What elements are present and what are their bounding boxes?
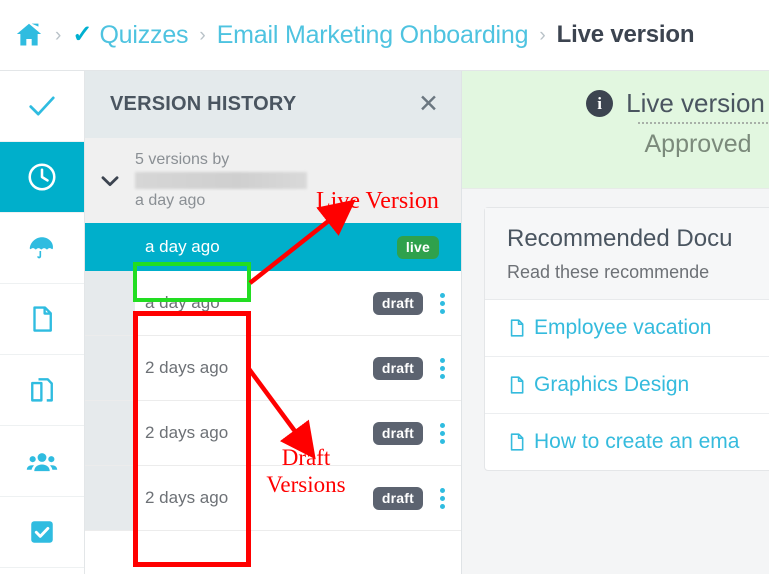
sidebar-icon-rail (0, 71, 85, 574)
recommended-documents-card: Recommended Docu Read these recommende E… (484, 207, 769, 471)
clock-icon (26, 161, 58, 193)
version-row-time: a day ago (145, 293, 220, 312)
document-link-label: How to create an ema (534, 430, 740, 453)
row-gutter (85, 271, 135, 335)
breadcrumb-item-quizzes[interactable]: ✓ Quizzes (72, 21, 188, 50)
file-icon (507, 317, 527, 339)
document-preview-pane: i Live version Approved Recommended Docu… (462, 71, 769, 574)
people-icon (26, 445, 58, 477)
breadcrumb: › ✓ Quizzes › Email Marketing Onboarding… (0, 0, 769, 71)
checkmark-icon (27, 91, 57, 121)
version-row-draft[interactable]: 2 days ago draft (85, 466, 461, 531)
version-group-time: a day ago (135, 192, 206, 209)
card-subtitle: Read these recommende (507, 262, 710, 282)
version-row-time: 2 days ago (145, 423, 229, 442)
copy-icon (27, 375, 57, 405)
document-link-row[interactable]: How to create an ema (485, 414, 769, 470)
checkbox-icon (27, 517, 57, 547)
info-icon: i (586, 90, 614, 117)
breadcrumb-separator-3: › (539, 24, 546, 46)
live-version-banner-label: Live version (626, 88, 765, 118)
card-header: Recommended Docu Read these recommende (485, 208, 769, 300)
sidebar-item-version-history[interactable] (0, 142, 84, 213)
version-row-live[interactable]: a day ago live (85, 223, 461, 271)
version-row-draft[interactable]: 2 days ago draft (85, 336, 461, 401)
file-icon (507, 374, 527, 396)
status-badge-live: live (396, 235, 439, 259)
panel-title: VERSION HISTORY (110, 93, 297, 115)
row-gutter (85, 336, 135, 400)
file-icon (507, 431, 527, 453)
sidebar-item-document[interactable] (0, 284, 84, 355)
row-menu-icon[interactable] (423, 357, 461, 379)
breadcrumb-item-live-version: Live version (556, 21, 695, 48)
sidebar-item-coverage[interactable] (0, 213, 84, 284)
breadcrumb-item-email-marketing-onboarding[interactable]: Email Marketing Onboarding (217, 21, 529, 50)
home-icon[interactable] (14, 21, 44, 49)
breadcrumb-separator-1: › (55, 24, 62, 46)
row-menu-icon[interactable] (423, 422, 461, 444)
live-version-banner-title: i Live version (582, 88, 769, 119)
version-history-header: VERSION HISTORY ✕ (85, 71, 461, 138)
sidebar-item-audience[interactable] (0, 426, 84, 497)
sidebar-item-tasks[interactable] (0, 497, 84, 568)
live-version-banner-status: Approved (644, 130, 752, 158)
version-count-label: 5 versions by (135, 151, 230, 168)
row-menu-icon[interactable] (423, 487, 461, 509)
version-row-time: 2 days ago (145, 358, 229, 377)
breadcrumb-item-quizzes-label: Quizzes (99, 20, 189, 49)
status-badge-draft: draft (372, 356, 423, 380)
document-link-row[interactable]: Employee vacation (485, 300, 769, 357)
version-group-summary[interactable]: 5 versions by a day ago (85, 138, 461, 223)
check-icon: ✓ (72, 21, 93, 48)
breadcrumb-separator-2: › (199, 24, 206, 46)
sidebar-item-copies[interactable] (0, 355, 84, 426)
document-link-label: Graphics Design (534, 373, 690, 396)
version-row-draft[interactable]: 2 days ago draft (85, 401, 461, 466)
row-gutter (85, 466, 135, 530)
document-icon (27, 304, 57, 334)
status-badge-draft: draft (372, 486, 423, 510)
row-gutter (85, 223, 135, 271)
status-badge-draft: draft (372, 291, 423, 315)
row-gutter (85, 401, 135, 465)
chevron-down-icon[interactable] (85, 168, 135, 194)
umbrella-icon (27, 233, 57, 263)
sidebar-item-approvals[interactable] (0, 71, 84, 142)
version-history-panel: VERSION HISTORY ✕ 5 versions by a day ag… (85, 71, 462, 574)
version-group-meta: 5 versions by a day ago (135, 150, 307, 211)
version-row-time: 2 days ago (145, 488, 229, 507)
version-row-draft[interactable]: a day ago draft (85, 271, 461, 336)
document-link-label: Employee vacation (534, 316, 712, 339)
close-icon[interactable]: ✕ (418, 92, 439, 117)
status-badge-draft: draft (372, 421, 423, 445)
live-version-banner: i Live version Approved (462, 71, 769, 189)
app-root: › ✓ Quizzes › Email Marketing Onboarding… (0, 0, 769, 574)
document-link-row[interactable]: Graphics Design (485, 357, 769, 414)
version-row-time: a day ago (145, 237, 220, 256)
author-name-redacted (135, 172, 307, 189)
card-title: Recommended Docu (507, 225, 733, 252)
row-menu-icon[interactable] (423, 292, 461, 314)
banner-underline (638, 122, 769, 124)
